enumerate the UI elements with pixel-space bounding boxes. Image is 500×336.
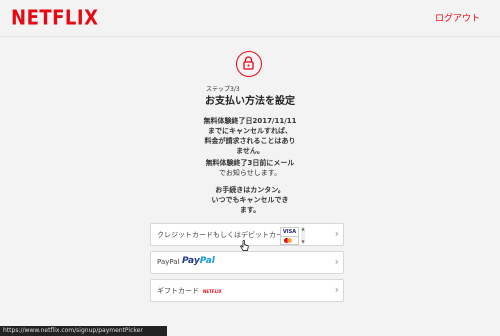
netflix-logo[interactable]: NETFLIX (11, 6, 98, 30)
easy-cancel-text: お手続きはカンタン。 いつでもキャンセルでき ます。 (211, 186, 289, 214)
chevron-right-icon: › (334, 255, 339, 268)
netflix-mini-logo: NETFLIX (203, 289, 222, 294)
hand-cursor-icon (240, 237, 249, 256)
card-logos-scroller[interactable]: ▲ ▼ (301, 227, 305, 244)
credit-card-label: クレジットカードもしくはデビットカード (157, 231, 290, 239)
card-logos-icon: VISA ▲ ▼ (280, 227, 306, 245)
paypal-label: PayPal (157, 258, 180, 266)
paypal-logo: PayPal (182, 256, 215, 266)
lock-icon (236, 51, 262, 77)
top-bar: NETFLIX ログアウト (0, 0, 500, 36)
page-title: お支払い方法を設定 (205, 96, 295, 107)
trial-end-text: 無料体験終了日2017/11/11 までにキャンセルすれば、 料金が請求されるこ… (203, 117, 297, 155)
gift-card-option[interactable]: ギフトカード NETFLIX › (150, 279, 344, 302)
gift-card-label: ギフトカード (157, 287, 199, 295)
header-divider (0, 36, 500, 37)
reminder-text: 無料体験終了3日前にメール でお知らせします。 (205, 159, 295, 177)
status-bar: https://www.netflix.com/signup/paymentPi… (0, 326, 167, 336)
chevron-right-icon: › (334, 227, 339, 240)
mastercard-logo (280, 236, 299, 245)
status-url: https://www.netflix.com/signup/paymentPi… (3, 327, 143, 334)
chevron-right-icon: › (334, 283, 339, 296)
logout-link[interactable]: ログアウト (435, 11, 480, 24)
